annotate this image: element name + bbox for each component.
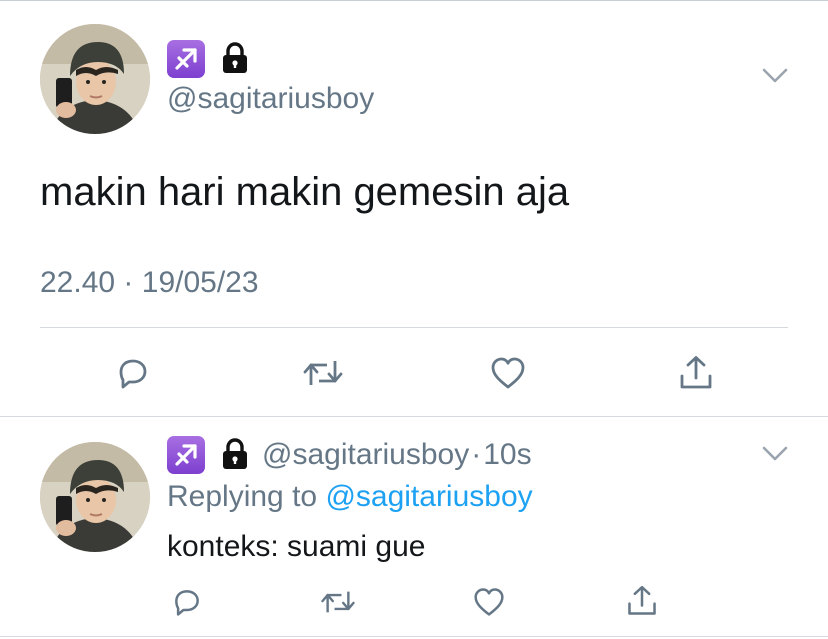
heart-icon: [491, 357, 525, 389]
share-icon: [628, 585, 656, 615]
divider: [0, 416, 828, 417]
reply-button[interactable]: [169, 584, 205, 620]
sagittarius-emoji-icon: [167, 40, 205, 78]
reply-avatar[interactable]: [40, 442, 150, 552]
heart-icon: [474, 588, 504, 616]
reply-separator: ·: [471, 438, 482, 471]
tweet-text: makin hari makin gemesin aja: [40, 170, 570, 214]
timestamp-separator: ·: [123, 266, 134, 299]
tweet-time: 22.40: [40, 266, 116, 299]
retweet-icon: [303, 361, 343, 385]
reply-icon: [175, 590, 199, 616]
share-icon: [680, 356, 712, 389]
tweet-timestamp[interactable]: 22.40 · 19/05/23: [40, 266, 259, 300]
like-button[interactable]: [488, 353, 528, 393]
lock-icon: [220, 42, 250, 79]
share-button[interactable]: [624, 583, 660, 619]
reply-text: konteks: suami gue: [167, 530, 426, 563]
chevron-down-icon[interactable]: [760, 66, 790, 91]
retweet-button[interactable]: [318, 584, 358, 620]
tweet-date: 19/05/23: [141, 266, 259, 299]
divider: [0, 636, 828, 637]
retweet-button[interactable]: [300, 353, 346, 393]
reply-author-handle[interactable]: @sagitariusboy: [262, 438, 469, 471]
author-handle[interactable]: @sagitariusboy: [167, 82, 374, 116]
retweet-icon: [321, 591, 355, 613]
reply-header: @sagitariusboy·10s: [262, 438, 532, 472]
chevron-down-icon[interactable]: [760, 444, 790, 469]
replying-prefix: Replying to: [167, 480, 318, 513]
reply-icon: [119, 359, 147, 389]
avatar[interactable]: [40, 24, 150, 134]
top-border: [0, 0, 828, 1]
replying-to-link[interactable]: @sagitariusboy: [325, 480, 532, 513]
share-button[interactable]: [676, 353, 716, 393]
lock-icon: [220, 438, 250, 475]
reply-button[interactable]: [113, 353, 153, 393]
replying-to: Replying to @sagitariusboy: [167, 480, 533, 514]
like-button[interactable]: [471, 584, 507, 620]
sagittarius-emoji-icon: [167, 436, 205, 474]
divider: [40, 327, 788, 328]
reply-age[interactable]: 10s: [483, 438, 531, 471]
